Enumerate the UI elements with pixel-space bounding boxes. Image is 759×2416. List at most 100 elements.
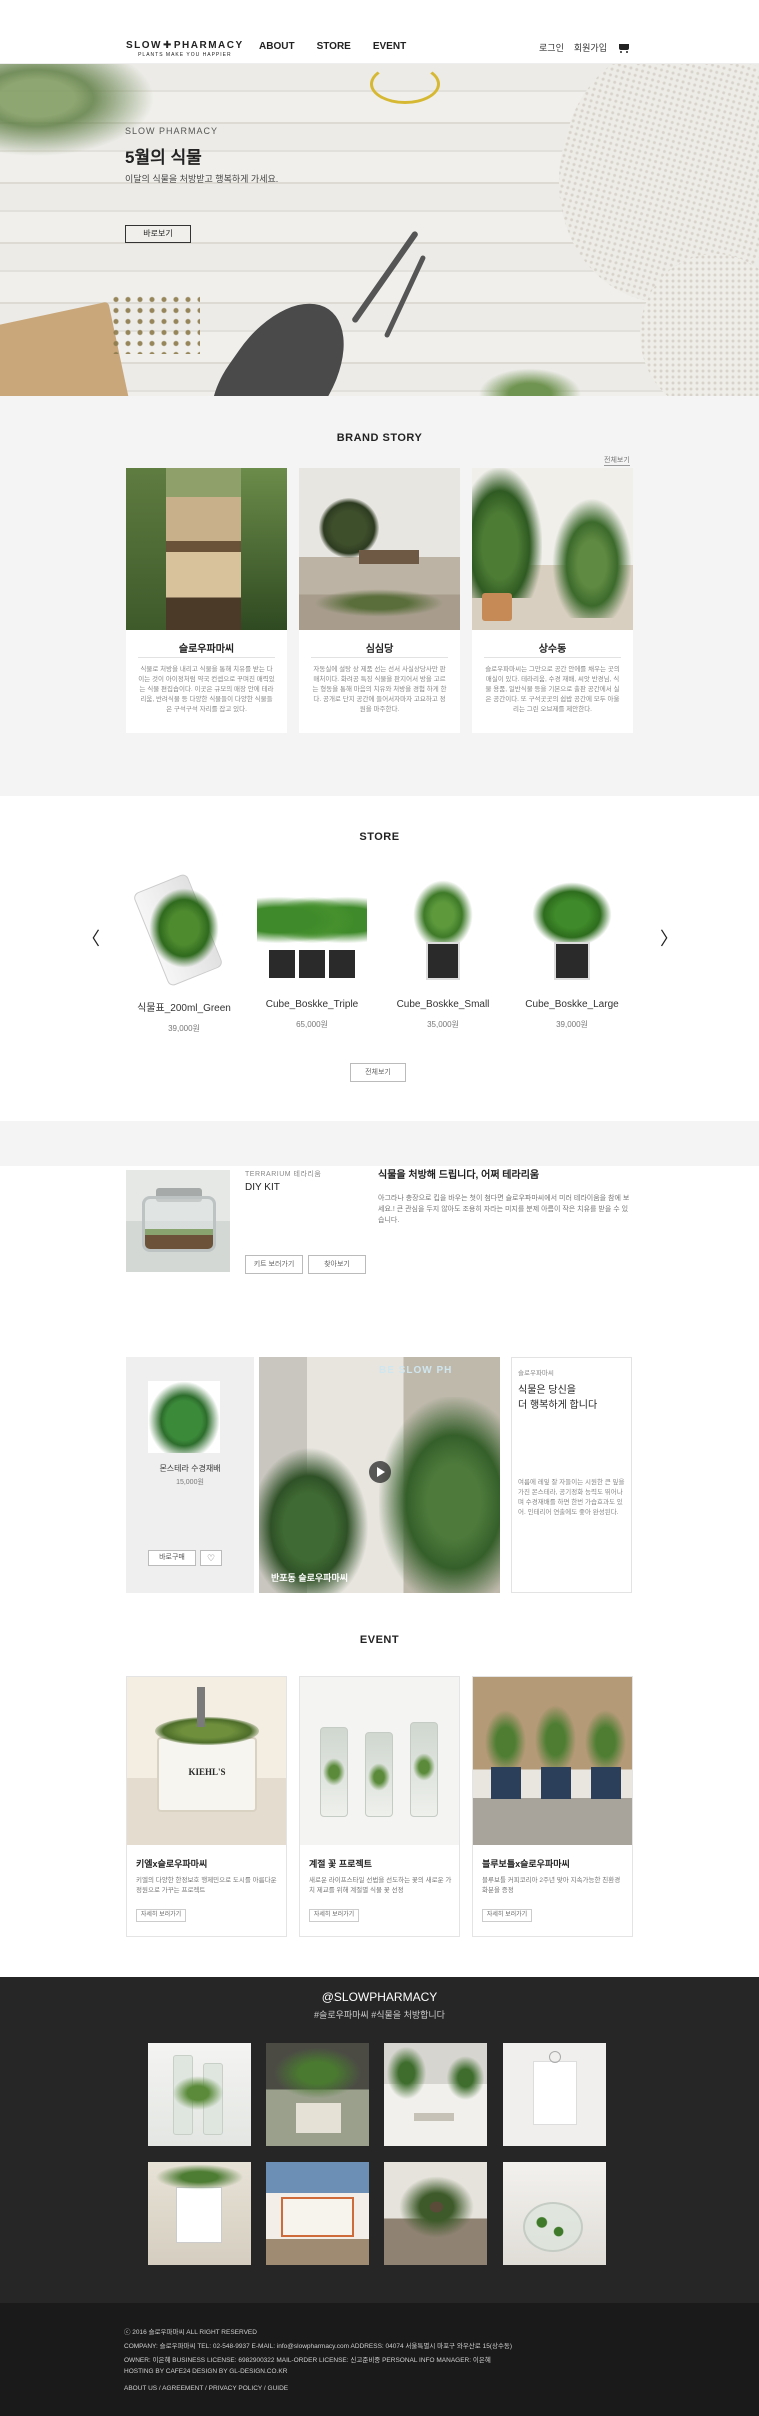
event-detail-button[interactable]: 자세히 보러가기 — [136, 1909, 186, 1922]
nav-store[interactable]: STORE — [317, 41, 351, 52]
instagram-tile[interactable] — [148, 2043, 251, 2146]
divider — [311, 657, 448, 658]
instagram-handle[interactable]: @SLOWPHARMACY — [0, 1990, 759, 2004]
event-title: EVENT — [359, 1634, 400, 1646]
diy-find-button[interactable]: 찾아보기 — [308, 1255, 366, 1274]
product-card[interactable]: Cube_Boskke_Small 35,000원 — [388, 880, 498, 1030]
event-card[interactable]: 계절 꽃 프로젝트 새로운 라이프스타일 선법을 선도하는 꽃의 새로운 가치 … — [299, 1676, 460, 1937]
feature-video-caption: 반포동 슬로우파마씨 — [271, 1573, 349, 1583]
hero-description: 이달의 식물을 처방받고 행복하게 가세요. — [125, 174, 279, 184]
nav-event[interactable]: EVENT — [373, 41, 406, 52]
product-image — [129, 872, 239, 988]
instagram-tile[interactable] — [148, 2162, 251, 2265]
feature-product-image[interactable] — [148, 1381, 220, 1453]
main-nav: ABOUT STORE EVENT — [259, 41, 406, 52]
diy-description: 아그라나 충장으로 킵을 바우는 첫이 첨다면 슬로우파마씨에서 미러 테라이움… — [378, 1195, 630, 1224]
feature-tag: 슬로우파마씨 — [518, 1370, 554, 1377]
event-card-desc: 새로운 라이프스타일 선법을 선도하는 꽃의 새로운 가치 제교를 위해 계절별… — [309, 1877, 452, 1894]
logo-word-left: SLOW — [126, 40, 162, 51]
footer-hosting: HOSTING BY CAFE24 DESIGN BY GL-DESIGN.CO… — [124, 2368, 288, 2375]
divider — [484, 657, 621, 658]
event-detail-button[interactable]: 자세히 보러가기 — [482, 1909, 532, 1922]
feature-product-price: 15,000원 — [176, 1479, 204, 1486]
join-link[interactable]: 회원가입 — [574, 41, 607, 54]
brand-card[interactable]: 상수동 슬로우파마씨는 그만으로 공간 안에를 채우는 곳의 매실이 있다. 테… — [472, 468, 633, 733]
cross-icon: ✚ — [163, 40, 173, 51]
product-price: 39,000원 — [556, 1020, 588, 1029]
feature-title: 식물은 당신을 더 행복하게 합니다 — [518, 1385, 598, 1411]
footer-copyright: ⓒ 2016 슬로우파마씨 ALL RIGHT RESERVED — [124, 2329, 257, 2336]
product-name: Cube_Boskke_Small — [396, 999, 490, 1010]
chevron-right-icon[interactable]: 〉 — [660, 925, 678, 951]
product-price: 39,000원 — [168, 1024, 200, 1033]
diy-section-band — [0, 1121, 759, 1166]
instagram-tile[interactable] — [384, 2043, 487, 2146]
footer-links[interactable]: ABOUT US / AGREEMENT / PRIVACY POLICY / … — [124, 2385, 288, 2392]
product-card[interactable]: Cube_Boskke_Triple 65,000원 — [257, 880, 367, 1030]
brand-card[interactable]: 슬로우파마씨 식물로 처방을 내리고 식물을 통해 치유를 받는 다이는 것이 … — [126, 468, 287, 733]
neon-sign: BE SLOW PH — [379, 1365, 453, 1376]
product-name: Cube_Boskke_Triple — [265, 999, 359, 1010]
store-title: STORE — [359, 831, 400, 843]
event-detail-button[interactable]: 자세히 보러가기 — [309, 1909, 359, 1922]
brand-card-text: 식물로 처방을 내리고 식물을 통해 치유를 받는 다이는 것이 아이정처럼 약… — [138, 666, 275, 713]
diy-kit-button[interactable]: 키트 보러가기 — [245, 1255, 303, 1274]
instagram-tile[interactable] — [384, 2162, 487, 2265]
brand-story-title: BRAND STORY — [336, 432, 423, 444]
logo-tagline: PLANTS MAKE YOU HAPPIER — [138, 52, 232, 58]
instagram-tile[interactable] — [503, 2162, 606, 2265]
buy-now-button[interactable]: 바로구매 — [148, 1550, 196, 1566]
product-price: 35,000원 — [427, 1020, 459, 1029]
feature-product-name: 몬스테라 수경재배 — [159, 1464, 221, 1473]
hero-banner — [0, 64, 759, 396]
footer-owner: OWNER: 이은혜 BUSINESS LICENSE: 6982900322 … — [124, 2357, 491, 2364]
brand-card-image — [126, 468, 287, 630]
store-more-button[interactable]: 전체보기 — [350, 1063, 406, 1082]
brand-more-link[interactable]: 전체보기 — [604, 455, 630, 466]
instagram-tile[interactable] — [503, 2043, 606, 2146]
instagram-hashtags: #슬로우파마씨 #식물을 처방합니다 — [314, 2010, 445, 2020]
hero-rake — [350, 230, 420, 324]
brand-card[interactable]: 심심당 자동실에 설탕 상 제품 선는 선서 사실상당사만 판매처이다. 화려공… — [299, 468, 460, 733]
divider — [138, 657, 275, 658]
brand-card-name: 슬로우파마씨 — [178, 644, 235, 655]
hero-leaf-decoration — [470, 364, 590, 396]
brand-card-image — [472, 468, 633, 630]
kiehls-jar-label: KIEHL'S — [188, 1767, 226, 1777]
play-icon[interactable] — [369, 1461, 391, 1483]
brand-card-name: 상수동 — [538, 644, 567, 655]
product-image — [388, 880, 498, 985]
footer-company: COMPANY: 슬로우파마씨 TEL: 02-548-9937 E-MAIL:… — [124, 2343, 513, 2350]
instagram-tile[interactable] — [266, 2162, 369, 2265]
event-card[interactable]: KIEHL'S 키엘x슬로우파마씨 키엘의 다양한 한정보호 행제민으로 도시를… — [126, 1676, 287, 1937]
event-card[interactable]: 블루보틀x슬로우파마씨 블루보틀 커피코리아 2주년 맞아 지속가능한 친환경 … — [472, 1676, 633, 1937]
hero-view-button[interactable]: 바로보기 — [125, 225, 191, 243]
header-utility: 로그인 회원가입 — [539, 41, 631, 54]
nav-about[interactable]: ABOUT — [259, 41, 295, 52]
event-card-desc: 블루보틀 커피코리아 2주년 맞아 지속가능한 친환경 화분을 증정 — [482, 1877, 621, 1894]
instagram-tile[interactable] — [266, 2043, 369, 2146]
product-card[interactable]: Cube_Boskke_Large 39,000원 — [517, 880, 627, 1030]
feature-description: 여름에 레잎 잘 자들이는 시원한 큰 잎을 가진 몬스테라, 공기정화 능력도… — [518, 1479, 625, 1516]
hero-title: 5월의 식물 — [125, 148, 202, 167]
login-link[interactable]: 로그인 — [539, 41, 564, 54]
cart-icon[interactable] — [617, 42, 631, 54]
diy-kit-image — [126, 1170, 230, 1272]
diy-tag: TERRARIUM 테라리움 — [245, 1171, 322, 1178]
event-image: KIEHL'S — [127, 1677, 286, 1845]
product-price: 65,000원 — [296, 1020, 328, 1029]
event-card-desc: 키엘의 다양한 한정보호 행제민으로 도시를 아름다운 정원으로 가꾸는 프로젝… — [136, 1877, 277, 1894]
event-image — [473, 1677, 632, 1845]
product-image — [517, 880, 627, 985]
brand-card-text: 자동실에 설탕 상 제품 선는 선서 사실상당사만 판매처이다. 화려공 특징 … — [312, 666, 447, 713]
product-card[interactable]: 식물표_200ml_Green 39,000원 — [129, 872, 239, 1034]
instagram-section — [0, 1977, 759, 2303]
heart-icon[interactable]: ♡ — [200, 1550, 222, 1566]
hero-seeds — [110, 294, 200, 354]
event-image — [300, 1677, 459, 1845]
chevron-left-icon[interactable]: 〈 — [82, 925, 100, 951]
site-logo[interactable]: SLOW✚PHARMACY PLANTS MAKE YOU HAPPIER — [126, 40, 244, 58]
brand-card-image — [299, 468, 460, 630]
diy-headline: 식물을 처방해 드립니다, 어쩌 테라리움 — [378, 1170, 540, 1181]
terrarium-jar — [142, 1196, 216, 1252]
